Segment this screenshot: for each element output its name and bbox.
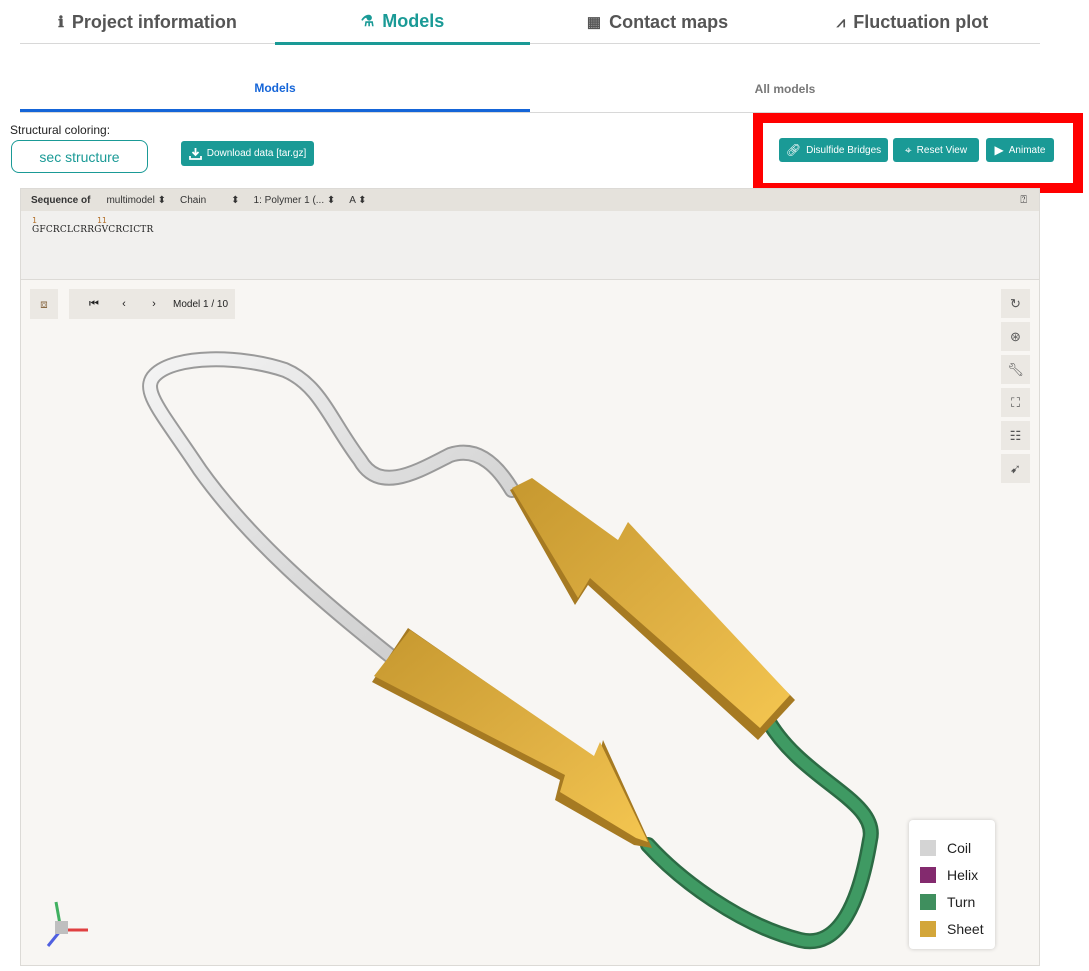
first-icon[interactable]: ⏮ [79,298,109,311]
legend-item-helix: Helix [920,861,995,888]
legend-item-sheet: Sheet [920,915,995,942]
axes-widget-icon [46,901,88,947]
legend-swatch [920,866,936,883]
animation-toggle-icon[interactable]: ⧈ [30,289,58,319]
spin-icon[interactable]: ⊛ [1001,322,1030,351]
legend-swatch [920,839,936,856]
legend-label: Coil [947,839,972,856]
structure-legend: Coil Helix Turn Sheet [909,820,995,949]
refresh-icon[interactable]: ↻ [1001,289,1030,318]
next-icon[interactable]: › [139,298,169,310]
settings-icon[interactable]: ☷ [1001,421,1030,450]
model-counter: Model 1 / 10 [173,298,229,310]
wrench-icon[interactable]: 🔧︎ [1001,355,1030,384]
legend-swatch [920,920,936,937]
expand-icon[interactable]: ⛶ [1001,388,1030,417]
cursor-icon[interactable]: ➹ [1001,454,1030,483]
model-navigator: ⏮ ‹ › Model 1 / 10 [69,289,235,319]
legend-label: Turn [947,893,976,910]
prev-icon[interactable]: ‹ [109,298,139,310]
legend-item-turn: Turn [920,888,995,915]
legend-label: Helix [947,866,979,883]
legend-item-coil: Coil [920,834,995,861]
legend-swatch [920,893,936,910]
legend-label: Sheet [947,920,984,937]
viewer-toolbar: ↻ ⊛ 🔧︎ ⛶ ☷ ➹ [1001,289,1030,487]
